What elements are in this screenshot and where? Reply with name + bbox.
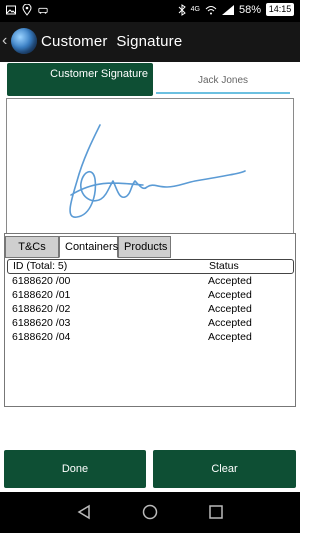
- list-header: ID (Total: 5) Status: [7, 259, 294, 274]
- customer-signature-tab[interactable]: Customer Signature: [7, 63, 153, 96]
- nav-home-icon[interactable]: [142, 504, 158, 520]
- tab-products[interactable]: Products: [118, 236, 171, 258]
- status-bar: 4G 58% 14:15: [0, 0, 300, 22]
- back-icon[interactable]: ‹: [2, 32, 7, 50]
- clear-button[interactable]: Clear: [153, 450, 296, 488]
- bluetooth-icon: [178, 3, 186, 16]
- battery-icon: 14:15: [266, 3, 294, 16]
- tab-bar: T&Cs Containers Products: [5, 236, 171, 258]
- list-item[interactable]: 6188620 /01 Accepted: [12, 288, 290, 302]
- list-item[interactable]: 6188620 /00 Accepted: [12, 274, 290, 288]
- wifi-icon: [205, 5, 217, 14]
- container-status: Accepted: [208, 317, 252, 329]
- details-panel: T&Cs Containers Products ID (Total: 5) S…: [4, 233, 296, 407]
- container-id: 6188620 /03: [12, 317, 71, 329]
- container-id: 6188620 /02: [12, 303, 71, 315]
- tab-tcs[interactable]: T&Cs: [5, 236, 59, 258]
- container-status: Accepted: [208, 275, 252, 287]
- time-label: 14:15: [268, 4, 292, 14]
- list-item[interactable]: 6188620 /02 Accepted: [12, 302, 290, 316]
- page-title: Customer Signature: [41, 33, 183, 50]
- status-column-header: Status: [209, 260, 239, 272]
- done-button[interactable]: Done: [4, 450, 146, 488]
- status-right: 4G 58% 14:15: [178, 3, 294, 16]
- list-item[interactable]: 6188620 /03 Accepted: [12, 316, 290, 330]
- container-id: 6188620 /01: [12, 289, 71, 301]
- status-left: [6, 4, 48, 16]
- container-id: 6188620 /00: [12, 275, 71, 287]
- battery-percent: 58%: [238, 3, 261, 16]
- customer-signature-label: Customer Signature: [50, 68, 148, 80]
- id-column-header: ID (Total: 5): [13, 260, 68, 272]
- container-list: 6188620 /00 Accepted 6188620 /01 Accepte…: [12, 274, 290, 344]
- network-type: 4G: [190, 6, 200, 13]
- nav-recents-icon[interactable]: [208, 504, 224, 520]
- signer-name-field[interactable]: Jack Jones: [156, 70, 290, 94]
- container-status: Accepted: [208, 331, 252, 343]
- container-status: Accepted: [208, 303, 252, 315]
- system-nav-bar: [0, 492, 300, 533]
- signal-icon: [221, 4, 234, 15]
- tab-containers[interactable]: Containers: [59, 236, 118, 258]
- location-icon: [22, 4, 32, 16]
- signature-pad[interactable]: [6, 98, 294, 235]
- container-status: Accepted: [208, 289, 252, 301]
- container-id: 6188620 /04: [12, 331, 71, 343]
- nav-back-icon[interactable]: [76, 504, 92, 520]
- photo-icon: [6, 5, 16, 15]
- signature-stroke: [69, 124, 246, 218]
- list-item[interactable]: 6188620 /04 Accepted: [12, 330, 290, 344]
- app-bar: ‹ Customer Signature: [0, 22, 300, 62]
- car-icon: [38, 7, 48, 14]
- globe-logo-icon[interactable]: [11, 28, 37, 54]
